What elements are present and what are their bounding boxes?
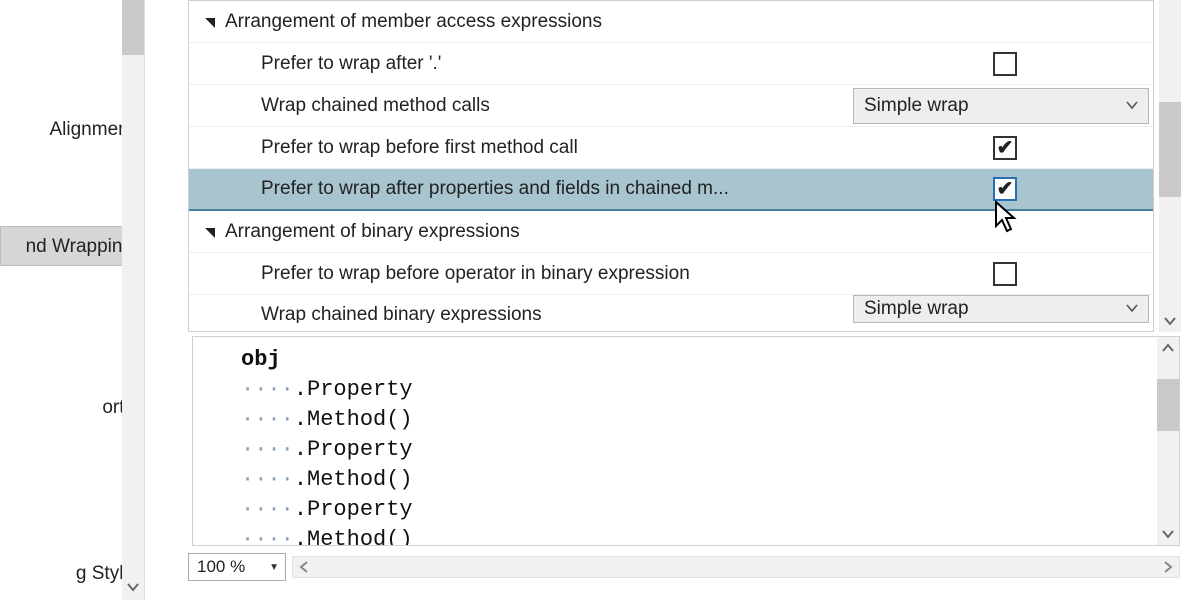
preview-scrollbar[interactable]	[1157, 337, 1179, 546]
caret-down-icon: ▼	[269, 562, 279, 573]
sidebar-scroll-thumb[interactable]	[122, 0, 144, 55]
sidebar-scrollbar[interactable]	[122, 0, 144, 600]
zoom-value: 100 %	[197, 557, 245, 577]
select-wrap-mode[interactable]: Simple wrap	[853, 88, 1149, 124]
chevron-down-icon[interactable]	[1159, 310, 1181, 332]
checkbox[interactable]: ✔	[993, 177, 1017, 201]
option-label: Wrap chained method calls	[261, 95, 853, 117]
sidebar-item-style[interactable]: g Style	[0, 554, 140, 594]
expand-icon	[203, 16, 215, 28]
horizontal-scrollbar[interactable]	[292, 556, 1180, 578]
option-row[interactable]: Prefer to wrap after '.'	[189, 43, 1153, 85]
checkbox[interactable]: ✔	[993, 136, 1017, 160]
code-preview: obj ····.Property ····.Method() ····.Pro…	[192, 336, 1180, 546]
sidebar-item-imports[interactable]: orts	[0, 388, 140, 428]
chevron-up-icon[interactable]	[1157, 337, 1179, 359]
chevron-down-icon	[1126, 302, 1138, 316]
select-value: Simple wrap	[864, 95, 969, 117]
code-body: obj ····.Property ····.Method() ····.Pro…	[241, 345, 1149, 545]
option-label: Prefer to wrap before first method call	[261, 137, 853, 159]
option-label: Prefer to wrap after '.'	[261, 53, 853, 75]
settings-group-header[interactable]: Arrangement of binary expressions	[189, 211, 1153, 253]
settings-group-header[interactable]: Arrangement of member access expressions	[189, 1, 1153, 43]
preview-scroll-thumb[interactable]	[1157, 379, 1179, 431]
zoom-select[interactable]: 100 % ▼	[188, 553, 286, 581]
main-panel: Arrangement of member access expressions…	[188, 0, 1200, 600]
checkbox[interactable]	[993, 52, 1017, 76]
option-row[interactable]: Prefer to wrap before first method call …	[189, 127, 1153, 169]
chevron-down-icon[interactable]	[124, 578, 142, 596]
group-title: Arrangement of member access expressions	[225, 11, 1153, 33]
chevron-down-icon[interactable]	[1157, 523, 1179, 545]
sidebar-item-wrapping[interactable]: nd Wrapping	[0, 226, 140, 266]
option-label: Wrap chained binary expressions	[261, 304, 853, 323]
option-row[interactable]: Prefer to wrap before operator in binary…	[189, 253, 1153, 295]
chevron-down-icon	[1126, 99, 1138, 113]
checkbox[interactable]	[993, 262, 1017, 286]
chevron-right-icon[interactable]	[1157, 557, 1179, 577]
sidebar-item-label: nd Wrapping	[26, 236, 133, 257]
option-row-selected[interactable]: Prefer to wrap after properties and fiel…	[189, 169, 1153, 211]
chevron-left-icon[interactable]	[293, 557, 315, 577]
group-title: Arrangement of binary expressions	[225, 221, 1153, 243]
option-row[interactable]: Wrap chained binary expressions Simple w…	[189, 295, 1153, 323]
select-wrap-mode[interactable]: Simple wrap	[853, 295, 1149, 323]
settings-list: Arrangement of member access expressions…	[188, 0, 1154, 332]
option-label: Prefer to wrap after properties and fiel…	[261, 178, 853, 200]
expand-icon	[203, 226, 215, 238]
settings-scroll-thumb[interactable]	[1159, 102, 1181, 197]
option-row[interactable]: Wrap chained method calls Simple wrap	[189, 85, 1153, 127]
option-label: Prefer to wrap before operator in binary…	[261, 263, 853, 285]
sidebar-item-alignment[interactable]: Alignment	[0, 110, 140, 150]
sidebar: Alignment nd Wrapping orts g Style	[0, 0, 145, 600]
select-value: Simple wrap	[864, 298, 969, 320]
bottom-bar: 100 % ▼	[188, 552, 1180, 582]
